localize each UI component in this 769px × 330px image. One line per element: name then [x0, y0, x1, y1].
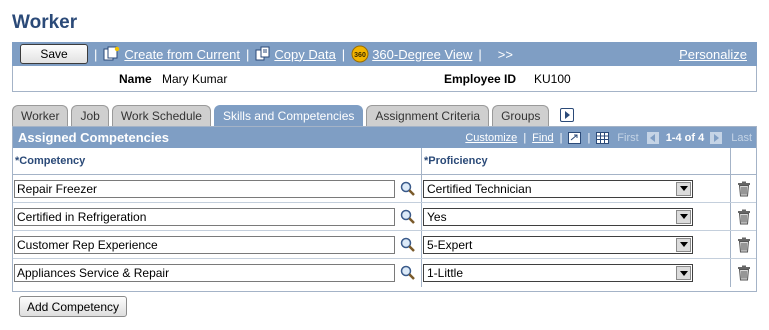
chevron-down-icon — [676, 209, 691, 224]
employee-info-bar: Name Mary Kumar Employee ID KU100 — [12, 66, 757, 92]
tab-bar: Worker Job Work Schedule Skills and Comp… — [12, 105, 575, 126]
table-row: Customer Rep Experience 5-Expert — [13, 231, 756, 259]
save-button[interactable]: Save — [20, 44, 88, 64]
copy-data-label: Copy Data — [274, 46, 336, 62]
table-row: Repair Freezer Certified Technician — [13, 175, 756, 203]
download-grid-icon[interactable] — [596, 131, 610, 144]
chevron-down-icon — [676, 237, 691, 252]
proficiency-value: 5-Expert — [427, 237, 473, 252]
more-actions-link[interactable]: >> — [498, 47, 513, 62]
employee-id-value: KU100 — [534, 72, 571, 86]
copy-data-link[interactable]: Copy Data — [255, 46, 336, 62]
table-row: Appliances Service & Repair 1-Little — [13, 259, 756, 287]
last-label: Last — [731, 131, 752, 144]
create-from-current-link[interactable]: Create from Current — [103, 46, 240, 62]
chevron-down-icon — [676, 181, 691, 196]
proficiency-select[interactable]: 5-Expert — [423, 235, 693, 254]
magnifier-icon[interactable] — [399, 208, 417, 226]
grid-navigation: Customize | Find | | First 1-4 of 4 Last — [461, 131, 756, 144]
competency-input[interactable]: Certified in Refrigeration — [14, 207, 395, 226]
competency-column-header: *Competency — [13, 148, 422, 174]
name-value: Mary Kumar — [162, 72, 228, 86]
proficiency-column-header: *Proficiency — [422, 148, 731, 174]
copy-data-icon — [255, 46, 271, 62]
proficiency-select[interactable]: Yes — [423, 207, 693, 226]
tab-groups[interactable]: Groups — [492, 105, 550, 126]
assigned-competencies-grid: Assigned Competencies Customize | Find |… — [12, 126, 757, 292]
trash-icon[interactable] — [737, 181, 751, 197]
find-link[interactable]: Find — [532, 132, 553, 144]
competency-input[interactable]: Repair Freezer — [14, 179, 395, 198]
grid-header: Assigned Competencies Customize | Find |… — [13, 127, 756, 148]
proficiency-value: 1-Little — [427, 266, 464, 280]
proficiency-value: Yes — [427, 209, 447, 224]
grid-title: Assigned Competencies — [18, 130, 169, 145]
trash-icon[interactable] — [737, 237, 751, 253]
employee-id-label: Employee ID — [444, 72, 517, 86]
row-range: 1-4 of 4 — [665, 131, 705, 144]
toolbar-separator: | — [245, 46, 250, 62]
grid-column-headers: *Competency *Proficiency — [13, 148, 756, 175]
360-degree-view-label: 360-Degree View — [372, 46, 473, 62]
first-label: First — [617, 131, 639, 144]
tab-assignment-criteria[interactable]: Assignment Criteria — [366, 105, 490, 126]
tab-next-icon[interactable] — [560, 108, 575, 122]
tab-job[interactable]: Job — [71, 105, 109, 126]
proficiency-value: Certified Technician — [427, 181, 532, 196]
360-badge-text: 360 — [354, 52, 366, 59]
magnifier-icon[interactable] — [399, 180, 417, 198]
grid-nav-separator: | — [559, 131, 563, 144]
tab-skills-and-competencies[interactable]: Skills and Competencies — [213, 105, 364, 126]
page-title: Worker — [12, 12, 78, 33]
create-from-current-label: Create from Current — [124, 46, 240, 62]
personalize-link[interactable]: Personalize — [679, 47, 747, 62]
table-row: Certified in Refrigeration Yes — [13, 203, 756, 231]
toolbar-separator: | — [478, 46, 482, 62]
next-row-icon — [710, 131, 723, 144]
trash-icon[interactable] — [737, 209, 751, 225]
trash-icon[interactable] — [737, 265, 751, 281]
competency-input[interactable]: Customer Rep Experience — [14, 235, 395, 254]
customize-link[interactable]: Customize — [465, 132, 517, 144]
name-label: Name — [119, 72, 152, 86]
grid-nav-separator: | — [587, 131, 591, 144]
magnifier-icon[interactable] — [399, 236, 417, 254]
view-all-icon[interactable] — [568, 131, 582, 144]
chevron-down-icon — [676, 266, 691, 280]
360-degree-view-link[interactable]: 360 360-Degree View — [351, 45, 472, 63]
360-degree-icon: 360 — [351, 45, 369, 63]
proficiency-select[interactable]: Certified Technician — [423, 179, 693, 198]
tab-worker[interactable]: Worker — [12, 105, 69, 126]
add-competency-button[interactable]: Add Competency — [19, 296, 127, 317]
magnifier-icon[interactable] — [399, 264, 417, 282]
toolbar-separator: | — [341, 46, 346, 62]
toolbar: Save | Create from Current | Copy Data | — [12, 42, 757, 66]
previous-row-icon — [646, 131, 660, 144]
tab-work-schedule[interactable]: Work Schedule — [111, 105, 211, 126]
grid-nav-separator: | — [523, 131, 527, 144]
proficiency-select[interactable]: 1-Little — [423, 264, 693, 282]
create-from-current-icon — [103, 46, 121, 62]
toolbar-separator: | — [94, 46, 98, 62]
competency-input[interactable]: Appliances Service & Repair — [14, 264, 395, 282]
